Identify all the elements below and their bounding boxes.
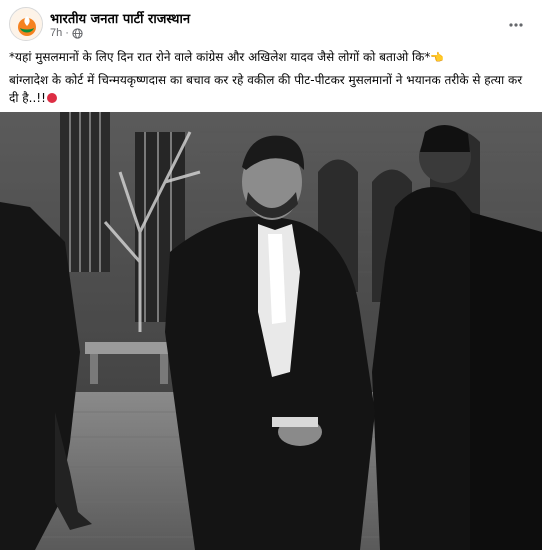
page-avatar[interactable] bbox=[9, 7, 43, 41]
post-header: भारतीय जनता पार्टी राजस्थान 7h · bbox=[0, 0, 542, 46]
post-photo[interactable] bbox=[0, 112, 542, 550]
more-options-button[interactable] bbox=[506, 15, 526, 35]
photo-lawyers-courtyard bbox=[0, 112, 542, 550]
red-circle-icon bbox=[46, 93, 57, 103]
facebook-post: भारतीय जनता पार्टी राजस्थान 7h · *यहां म… bbox=[0, 0, 542, 550]
post-text-line-2: बांग्लादेश के कोर्ट में चिन्मयकृष्णदास क… bbox=[9, 71, 534, 107]
post-text-line-1: *यहां मुसलमानों के लिए दिन रात रोने वाले… bbox=[9, 48, 534, 67]
pointing-hand-icon: 👈 bbox=[430, 51, 445, 64]
more-options-icon bbox=[509, 23, 523, 27]
post-meta: 7h · bbox=[50, 27, 83, 39]
page-name[interactable]: भारतीय जनता पार्टी राजस्थान bbox=[50, 9, 190, 27]
post-text: *यहां मुसलमानों के लिए दिन रात रोने वाले… bbox=[9, 48, 534, 111]
post-text-line-2-content: बांग्लादेश के कोर्ट में चिन्मयकृष्णदास क… bbox=[9, 73, 523, 105]
bjp-logo-icon bbox=[10, 8, 42, 40]
post-time[interactable]: 7h bbox=[50, 27, 62, 39]
post-text-line-1-content: *यहां मुसलमानों के लिए दिन रात रोने वाले… bbox=[9, 50, 431, 64]
globe-icon bbox=[72, 27, 83, 39]
